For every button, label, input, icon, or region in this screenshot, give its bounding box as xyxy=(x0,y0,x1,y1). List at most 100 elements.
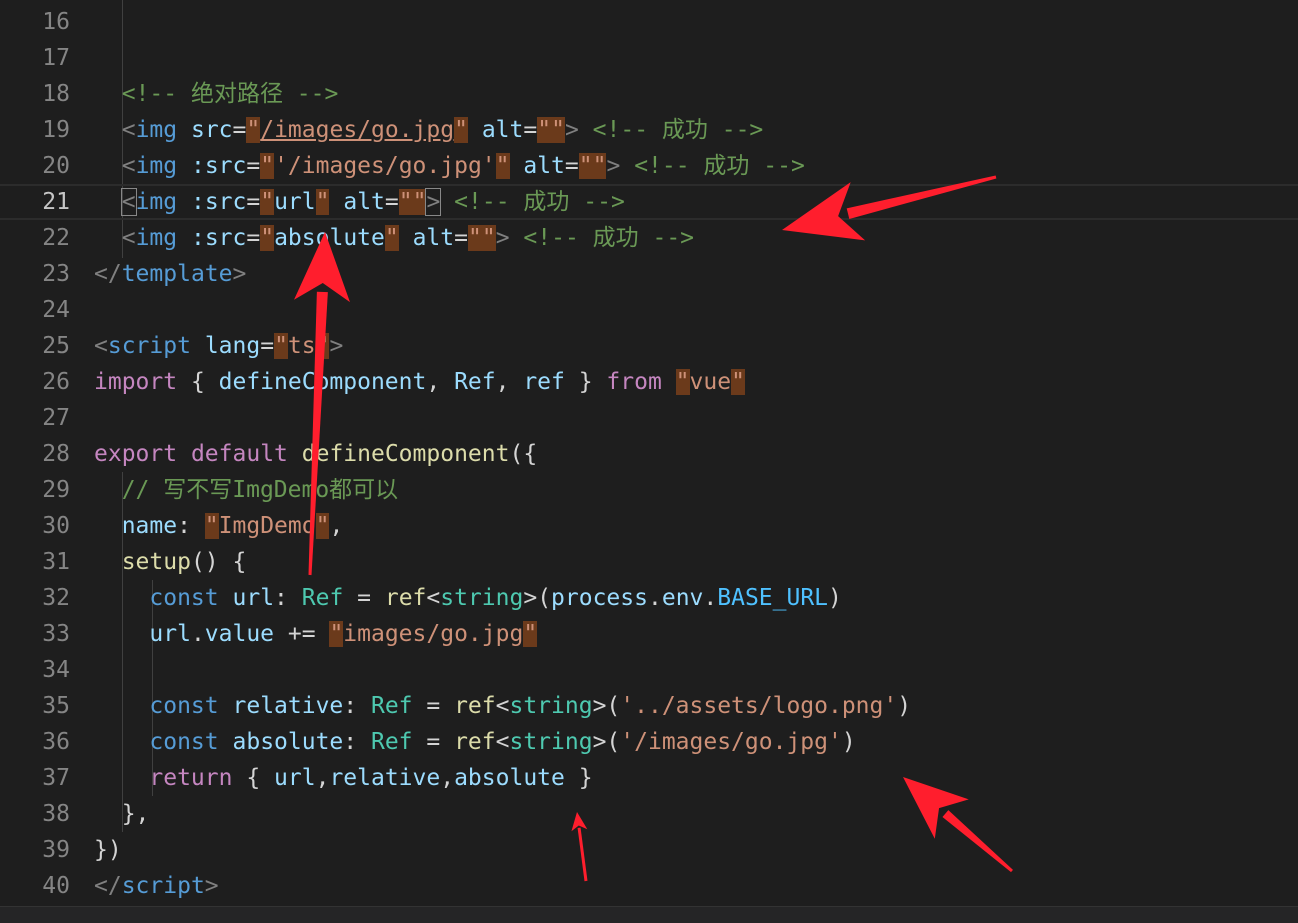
code-line-23[interactable]: 23 </template> xyxy=(0,256,1298,292)
code-token: } xyxy=(564,765,593,791)
code-line-22[interactable]: 22 <img :src="absolute" alt=""> <!-- 成功 … xyxy=(0,220,1298,256)
code-text[interactable]: }) xyxy=(94,832,122,868)
code-text[interactable]: <script lang="ts"> xyxy=(94,328,343,364)
code-token: " xyxy=(675,369,690,395)
code-token: url xyxy=(232,585,275,611)
code-line-36[interactable]: 36 const absolute: Ref = ref<string>('/i… xyxy=(0,724,1298,760)
code-text[interactable]: // 写不写ImgDemo都可以 xyxy=(94,472,398,508)
code-token: // 写不写ImgDemo都可以 xyxy=(121,477,399,503)
code-token: " xyxy=(523,621,538,647)
code-token: "" xyxy=(467,225,496,251)
code-token: = xyxy=(232,117,247,143)
code-token: name xyxy=(121,513,178,539)
code-text[interactable]: <img src="/images/go.jpg" alt=""> <!-- 成… xyxy=(94,112,763,148)
code-token: :src xyxy=(190,225,247,251)
code-line-38[interactable]: 38 }, xyxy=(0,796,1298,832)
code-line-28[interactable]: 28 export default defineComponent({ xyxy=(0,436,1298,472)
code-line-18[interactable]: 18 <!-- 绝对路径 --> xyxy=(0,76,1298,112)
code-text[interactable]: import { defineComponent, Ref, ref } fro… xyxy=(94,364,745,400)
code-line-33[interactable]: 33 url.value += "images/go.jpg" xyxy=(0,616,1298,652)
code-token: >( xyxy=(592,729,621,755)
horizontal-scrollbar[interactable] xyxy=(0,906,1298,923)
code-line-35[interactable]: 35 const relative: Ref = ref<string>('..… xyxy=(0,688,1298,724)
code-token: script xyxy=(121,873,205,899)
code-text[interactable]: </script> xyxy=(94,868,219,904)
code-token: '/images/go.jpg' xyxy=(274,153,496,179)
line-number: 16 xyxy=(42,9,70,35)
code-token: >( xyxy=(592,693,621,719)
code-text[interactable]: <img :src="absolute" alt=""> <!-- 成功 --> xyxy=(94,220,694,256)
code-token: , xyxy=(440,765,455,791)
code-token: = xyxy=(454,225,468,251)
code-line-17[interactable]: 17 xyxy=(0,40,1298,76)
code-token: " xyxy=(260,153,275,179)
code-token: template xyxy=(121,261,233,287)
code-token: from xyxy=(606,369,662,395)
line-number: 17 xyxy=(42,45,70,71)
code-line-25[interactable]: 25 <script lang="ts"> xyxy=(0,328,1298,364)
code-line-34[interactable]: 34 xyxy=(0,652,1298,688)
code-token: ) xyxy=(897,693,912,719)
code-text[interactable]: <!-- 绝对路径 --> xyxy=(94,76,339,112)
code-line-29[interactable]: 29 // 写不写ImgDemo都可以 xyxy=(0,472,1298,508)
code-text[interactable]: }, xyxy=(94,796,150,832)
code-line-32[interactable]: 32 const url: Ref = ref<string>(process.… xyxy=(0,580,1298,616)
code-line-37[interactable]: 37 return { url,relative,absolute } xyxy=(0,760,1298,796)
code-text[interactable]: <img :src="url" alt=""> <!-- 成功 --> xyxy=(94,184,625,220)
code-line-40[interactable]: 40 </script> xyxy=(0,868,1298,904)
code-line-20[interactable]: 20 <img :src="'/images/go.jpg'" alt=""> … xyxy=(0,148,1298,184)
code-text[interactable]: return { url,relative,absolute } xyxy=(94,760,593,796)
code-line-27[interactable]: 27 xyxy=(0,400,1298,436)
code-token: " xyxy=(260,189,275,215)
code-token: /images/go.jpg xyxy=(260,117,455,143)
code-token: < xyxy=(120,188,137,216)
code-text[interactable]: name: "ImgDemo", xyxy=(94,508,343,544)
code-line-24[interactable]: 24 xyxy=(0,292,1298,328)
code-text[interactable]: url.value += "images/go.jpg" xyxy=(94,616,538,652)
code-token: : xyxy=(343,693,371,719)
code-token: '../assets/logo.png' xyxy=(620,693,898,719)
code-token: string xyxy=(509,693,593,719)
code-token: "" xyxy=(537,117,565,143)
code-token: = xyxy=(260,333,275,359)
line-number: 40 xyxy=(42,873,70,899)
code-line-19[interactable]: 19 <img src="/images/go.jpg" alt=""> <!-… xyxy=(0,112,1298,148)
code-text[interactable]: export default defineComponent({ xyxy=(94,436,537,472)
code-token: <!-- 成功 --> xyxy=(592,117,764,143)
code-token: < xyxy=(121,117,136,143)
code-text[interactable]: const absolute: Ref = ref<string>('/imag… xyxy=(94,724,855,760)
code-line-26[interactable]: 26 import { defineComponent, Ref, ref } f… xyxy=(0,364,1298,400)
code-line-39[interactable]: 39}) xyxy=(0,832,1298,868)
code-token: <!-- 绝对路径 --> xyxy=(121,81,339,107)
code-line-31[interactable]: 31 setup() { xyxy=(0,544,1298,580)
code-text[interactable]: <img :src="'/images/go.jpg'" alt=""> <!-… xyxy=(94,148,805,184)
code-token: defineComponent xyxy=(301,441,510,467)
code-text[interactable]: const relative: Ref = ref<string>('../as… xyxy=(94,688,911,724)
code-token: vue xyxy=(689,369,732,395)
code-token: env xyxy=(661,585,704,611)
line-number: 38 xyxy=(42,801,70,827)
code-token: = xyxy=(564,153,579,179)
code-text[interactable]: </template> xyxy=(94,256,246,292)
code-line-16[interactable]: 16 xyxy=(0,4,1298,40)
code-line-30[interactable]: 30 name: "ImgDemo", xyxy=(0,508,1298,544)
code-editor[interactable]: 16 17 18 <!-- 绝对路径 --> 19 <img src="/images… xyxy=(0,0,1298,922)
code-token: , xyxy=(426,369,455,395)
code-token: : xyxy=(274,585,302,611)
line-number: 29 xyxy=(42,477,70,503)
code-line-21[interactable]: 21 <img :src="url" alt=""> <!-- 成功 --> xyxy=(0,184,1298,220)
code-token: src xyxy=(190,117,233,143)
code-token: ({ xyxy=(509,441,538,467)
code-token: < xyxy=(495,729,510,755)
code-text[interactable]: const url: Ref = ref<string>(process.env… xyxy=(94,580,842,616)
code-text[interactable]: setup() { xyxy=(94,544,247,580)
